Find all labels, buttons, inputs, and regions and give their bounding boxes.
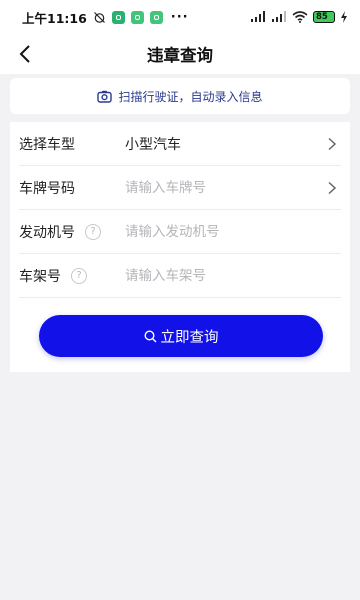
- query-button-label: 立即查询: [160, 329, 219, 346]
- alarm-off-icon: [93, 11, 105, 23]
- plate-number-input[interactable]: [125, 179, 325, 196]
- more-notifications-icon: ···: [170, 9, 189, 25]
- help-icon[interactable]: ?: [71, 267, 87, 284]
- engine-number-label-group: 发动机号 ?: [19, 222, 125, 242]
- message-notification-icon: [149, 10, 163, 24]
- status-time: 上午11:16: [22, 10, 87, 26]
- query-form: 选择车型 小型汽车 车牌号码 发动机号 ? 车架号 ? 立即查询: [10, 122, 350, 372]
- engine-number-input[interactable]: [125, 223, 341, 240]
- search-icon: [143, 329, 156, 342]
- chevron-left-icon: [19, 45, 30, 63]
- camera-icon: [97, 90, 113, 103]
- scan-license-button[interactable]: 扫描行驶证，自动录入信息: [10, 78, 350, 114]
- vehicle-type-row[interactable]: 选择车型 小型汽车: [19, 122, 341, 166]
- frame-number-label-group: 车架号 ?: [19, 266, 125, 286]
- page-title: 违章查询: [147, 46, 213, 65]
- frame-number-row: 车架号 ?: [19, 254, 341, 298]
- frame-number-input[interactable]: [125, 267, 341, 284]
- back-button[interactable]: [12, 41, 38, 67]
- battery-icon: 85: [313, 11, 335, 23]
- app-notification-icon: [111, 10, 125, 24]
- engine-number-label: 发动机号: [19, 224, 75, 241]
- nav-header: 违章查询: [0, 34, 360, 74]
- wifi-icon: [292, 11, 308, 23]
- chevron-right-icon: [328, 181, 337, 194]
- wechat-notification-icon: [130, 10, 144, 24]
- signal-hd-icon: [251, 11, 265, 22]
- charging-icon: [341, 11, 347, 23]
- engine-number-row: 发动机号 ?: [19, 210, 341, 254]
- scan-banner-label: 扫描行驶证，自动录入信息: [118, 89, 263, 104]
- vehicle-type-value[interactable]: 小型汽车: [125, 134, 325, 154]
- help-icon[interactable]: ?: [85, 223, 101, 240]
- status-bar: 上午11:16 ··· 85: [0, 0, 360, 34]
- chevron-right-icon: [328, 137, 337, 150]
- vehicle-type-label: 选择车型: [19, 136, 75, 153]
- signal-icon: [272, 11, 286, 22]
- query-now-button[interactable]: 立即查询: [39, 315, 323, 357]
- frame-number-label: 车架号: [19, 268, 61, 285]
- plate-number-label: 车牌号码: [19, 180, 75, 197]
- plate-number-row[interactable]: 车牌号码: [19, 166, 341, 210]
